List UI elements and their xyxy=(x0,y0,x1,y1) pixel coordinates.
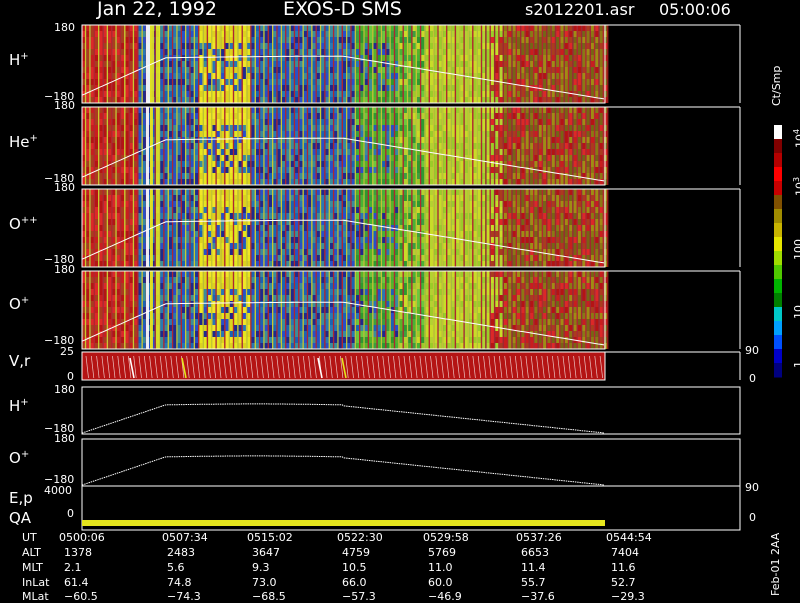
axis-value: 66.0 xyxy=(342,577,367,588)
axis-value: 0522:30 xyxy=(337,532,383,543)
ytick-ep: 4000 xyxy=(44,485,72,496)
figure-date: Jan 22, 1992 xyxy=(97,0,217,19)
axis-value: −68.5 xyxy=(252,591,286,602)
axis-value: 60.0 xyxy=(428,577,453,588)
axis-value: 0544:54 xyxy=(606,532,652,543)
axis-row-label: InLat xyxy=(22,577,49,588)
axis-row-label: ALT xyxy=(22,547,41,558)
axis-value: −37.6 xyxy=(521,591,555,602)
axis-value: 5.6 xyxy=(167,562,185,573)
axis-value: 1378 xyxy=(64,547,92,558)
panel-label-o-plus: O+ xyxy=(9,296,29,312)
colorbar-swatch xyxy=(774,167,782,182)
ytick-oline-top: 180 xyxy=(54,433,75,444)
panel-label-he-plus: He+ xyxy=(9,134,38,150)
colorbar-swatch xyxy=(774,307,782,322)
axis-value: −46.9 xyxy=(428,591,462,602)
colorbar-swatch xyxy=(774,153,782,168)
axis-value: 61.4 xyxy=(64,577,89,588)
axis-value: 9.3 xyxy=(252,562,270,573)
ytick-op-top: 180 xyxy=(54,264,75,275)
axis-value: 52.7 xyxy=(611,577,636,588)
figure-file: s2012201.asr xyxy=(525,2,634,18)
colorbar-swatch xyxy=(774,125,782,140)
axis-value: 0537:26 xyxy=(516,532,562,543)
panel-label-o-plusplus: O++ xyxy=(9,216,38,232)
footer-note: Feb-01 2AA xyxy=(770,533,781,596)
colorbar-swatch xyxy=(774,335,782,350)
panel-label-h-plus-line: H+ xyxy=(9,398,29,414)
axis-value: −29.3 xyxy=(611,591,645,602)
axis-value: 5769 xyxy=(428,547,456,558)
axis-value: −57.3 xyxy=(342,591,376,602)
ytick-vr-top: 25 xyxy=(60,346,74,357)
colorbar-tick-1000: 103 xyxy=(793,177,800,196)
panel-label-vr: V,r xyxy=(9,354,30,369)
axis-value: 0515:02 xyxy=(247,532,293,543)
axis-value: 2.1 xyxy=(64,562,82,573)
panel-label-o-plus-line: O+ xyxy=(9,450,29,466)
ytick-hline-top: 180 xyxy=(54,384,75,395)
colorbar-swatch xyxy=(774,321,782,336)
rtick-qa: 0 xyxy=(749,512,756,523)
panel-label-h-plus: H+ xyxy=(9,52,29,68)
colorbar-label: Ct/Smp xyxy=(771,66,782,106)
axis-value: 10.5 xyxy=(342,562,367,573)
colorbar-swatch xyxy=(774,237,782,252)
axis-value: 11.4 xyxy=(521,562,546,573)
ytick-h-top: 180 xyxy=(54,22,75,33)
axis-value: 3647 xyxy=(252,547,280,558)
colorbar-swatch xyxy=(774,181,782,196)
axis-value: 73.0 xyxy=(252,577,277,588)
axis-value: 4759 xyxy=(342,547,370,558)
panel-label-ep: E,p xyxy=(9,491,33,506)
axis-value: 2483 xyxy=(167,547,195,558)
ytick-vr-bottom: 0 xyxy=(67,371,74,382)
axis-value: 74.8 xyxy=(167,577,192,588)
colorbar-swatch xyxy=(774,293,782,308)
axis-value: 6653 xyxy=(521,547,549,558)
rtick-vr-bottom: 0 xyxy=(749,373,756,384)
colorbar-tick-10000: 104 xyxy=(793,129,800,148)
figure-time: 05:00:06 xyxy=(659,2,731,18)
colorbar-swatch xyxy=(774,195,782,210)
axis-value: 55.7 xyxy=(521,577,546,588)
axis-value: 0529:58 xyxy=(423,532,469,543)
axis-value: 0500:06 xyxy=(59,532,105,543)
axis-value: −74.3 xyxy=(167,591,201,602)
axis-row-label: MLat xyxy=(22,591,49,602)
colorbar-swatch xyxy=(774,209,782,224)
colorbar-tick-100: 100 xyxy=(793,239,800,260)
axis-value: −60.5 xyxy=(64,591,98,602)
axis-row-label: MLT xyxy=(22,562,43,573)
axis-row-label: UT xyxy=(22,532,37,543)
rtick-ep: 90 xyxy=(745,482,759,493)
colorbar-swatch xyxy=(774,349,782,364)
axis-value: 11.6 xyxy=(611,562,636,573)
colorbar-tick-10: 10 xyxy=(793,305,800,319)
axis-value: 7404 xyxy=(611,547,639,558)
figure-instrument: EXOS-D SMS xyxy=(283,0,402,19)
ytick-he-top: 180 xyxy=(54,100,75,111)
colorbar-swatch xyxy=(774,251,782,266)
colorbar-swatch xyxy=(774,265,782,280)
colorbar-tick-1: 1 xyxy=(793,361,800,368)
colorbar-swatch xyxy=(774,363,782,378)
colorbar-swatch xyxy=(774,139,782,154)
axis-value: 11.0 xyxy=(428,562,453,573)
spectrogram-figure xyxy=(0,0,800,600)
axis-value: 0507:34 xyxy=(162,532,208,543)
panel-label-qa: QA xyxy=(9,511,31,526)
ytick-opp-top: 180 xyxy=(54,182,75,193)
colorbar-swatch xyxy=(774,223,782,238)
colorbar-swatch xyxy=(774,279,782,294)
rtick-vr-top: 90 xyxy=(745,345,759,356)
ytick-qa: 0 xyxy=(67,508,74,519)
